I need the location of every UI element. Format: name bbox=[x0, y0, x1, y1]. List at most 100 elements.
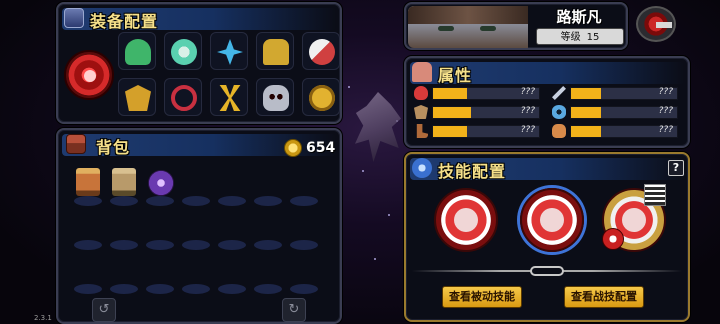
attr-row-attack: ??? bbox=[552, 86, 682, 101]
bag-slot[interactable] bbox=[182, 240, 210, 250]
divider-knot bbox=[530, 266, 564, 276]
attr-row-hp: ??? bbox=[414, 86, 544, 101]
bag-slot[interactable] bbox=[110, 240, 138, 250]
attr-fill bbox=[433, 126, 467, 137]
lightning-orb-icon bbox=[412, 158, 432, 178]
bag-slot[interactable] bbox=[146, 240, 174, 250]
golden-wings-boots-icon bbox=[219, 85, 241, 111]
backpack-title: 背包 bbox=[96, 138, 131, 157]
character-level: 等级 15 bbox=[536, 28, 624, 45]
bag-slot[interactable] bbox=[254, 240, 282, 250]
view-passive-skills-button[interactable]: 查看被动技能 bbox=[442, 286, 522, 308]
equip-slot-7[interactable] bbox=[164, 78, 202, 116]
character-panel: 路斯凡 等级 15 bbox=[404, 2, 628, 50]
gold-coin-icon bbox=[284, 139, 302, 157]
character-portrait bbox=[408, 6, 528, 48]
attr-value: ??? bbox=[658, 125, 673, 135]
attr-row-strength: ??? bbox=[552, 124, 682, 139]
attributes-title: 属性 bbox=[438, 66, 473, 85]
attr-bar: ??? bbox=[570, 87, 678, 100]
bag-slot[interactable] bbox=[146, 284, 174, 294]
golden-cross-shield-icon bbox=[309, 85, 335, 111]
boot-icon bbox=[416, 124, 428, 138]
heart-icon bbox=[414, 86, 428, 100]
exit-button[interactable] bbox=[636, 6, 676, 42]
crystal-orb-icon bbox=[309, 39, 335, 65]
portrait-hair bbox=[408, 6, 528, 24]
bag-slot[interactable] bbox=[218, 196, 246, 206]
help-button[interactable]: ? bbox=[668, 160, 684, 176]
bag-slot[interactable] bbox=[290, 284, 318, 294]
bag-slot[interactable] bbox=[218, 240, 246, 250]
equip-slot-10[interactable] bbox=[302, 78, 340, 116]
bag-slot[interactable] bbox=[110, 196, 138, 206]
background-star bbox=[388, 214, 390, 216]
equip-slot-8[interactable] bbox=[210, 78, 248, 116]
palm-skill-icon bbox=[622, 208, 646, 232]
bag-slot[interactable] bbox=[146, 196, 174, 206]
gold-amount: 654 bbox=[306, 140, 336, 156]
passive-skill-slot[interactable] bbox=[434, 188, 498, 252]
main-weapon-slot[interactable] bbox=[64, 50, 114, 100]
attr-bar: ??? bbox=[570, 106, 678, 119]
equip-slot-3[interactable] bbox=[210, 32, 248, 70]
skull-mask-icon bbox=[263, 85, 289, 111]
attr-row-speed: ??? bbox=[414, 124, 544, 139]
bag-slot[interactable] bbox=[110, 284, 138, 294]
equipment-panel: 装备配置 bbox=[56, 2, 342, 124]
attr-bar: ??? bbox=[432, 106, 540, 119]
background-star bbox=[374, 258, 376, 260]
bag-slot[interactable] bbox=[254, 284, 282, 294]
equip-slot-1[interactable] bbox=[118, 32, 156, 70]
attr-row-accuracy: ??? bbox=[552, 105, 682, 120]
attr-value: ??? bbox=[520, 125, 535, 135]
attr-bar: ??? bbox=[570, 125, 678, 138]
bag-slot[interactable] bbox=[182, 284, 210, 294]
attr-value: ??? bbox=[658, 106, 673, 116]
green-mushroom-helmet-icon bbox=[125, 39, 151, 65]
bag-slot[interactable] bbox=[290, 196, 318, 206]
equip-slot-2[interactable] bbox=[164, 32, 202, 70]
page-prev-button[interactable]: ↺ bbox=[92, 298, 116, 322]
bag-slot[interactable] bbox=[182, 196, 210, 206]
equip-slot-5[interactable] bbox=[302, 32, 340, 70]
equip-slot-9[interactable] bbox=[256, 78, 294, 116]
clockwork-amulet-icon bbox=[171, 39, 197, 65]
equip-slot-6[interactable] bbox=[118, 78, 156, 116]
weapon-core-icon bbox=[84, 70, 96, 82]
exit-arrow-icon bbox=[656, 22, 672, 28]
attr-fill bbox=[433, 107, 472, 118]
level-value: 15 bbox=[586, 32, 600, 43]
eye-icon bbox=[552, 105, 566, 119]
bag-slot[interactable] bbox=[74, 240, 102, 250]
equip-slot-4[interactable] bbox=[256, 32, 294, 70]
level-label: 等级 bbox=[560, 32, 581, 43]
body-icon bbox=[412, 62, 432, 82]
running-strike-skill-icon bbox=[540, 208, 564, 232]
bag-slot[interactable] bbox=[290, 240, 318, 250]
attr-fill bbox=[433, 88, 467, 99]
chest-icon bbox=[66, 134, 86, 154]
purple-rune-orb-icon[interactable] bbox=[148, 170, 174, 196]
bag-slot[interactable] bbox=[74, 284, 102, 294]
bag-slot[interactable] bbox=[74, 196, 102, 206]
attributes-panel: 属性 ??? ??? ??? ??? ??? ??? bbox=[404, 56, 690, 148]
red-potion-jar-icon[interactable] bbox=[76, 168, 100, 196]
bone-totem-jar-icon[interactable] bbox=[112, 168, 136, 196]
fist-icon bbox=[552, 124, 566, 138]
page-next-button[interactable]: ↻ bbox=[282, 298, 306, 322]
red-ring-icon bbox=[171, 85, 197, 111]
background-star bbox=[348, 86, 350, 88]
attr-value: ??? bbox=[658, 87, 673, 97]
portrait-eye-left bbox=[438, 26, 454, 31]
wing-claw-skill-icon bbox=[454, 208, 478, 232]
bag-slot[interactable] bbox=[254, 196, 282, 206]
character-name: 路斯凡 bbox=[556, 8, 602, 26]
backpack-panel: 背包 654 ↺ ↻ bbox=[56, 128, 342, 324]
shield-icon bbox=[414, 105, 428, 119]
active-skill-slot[interactable] bbox=[520, 188, 584, 252]
bag-slot[interactable] bbox=[218, 284, 246, 294]
view-battle-skills-button[interactable]: 查看战技配置 bbox=[564, 286, 644, 308]
skills-title: 技能配置 bbox=[438, 162, 507, 181]
attr-value: ??? bbox=[520, 106, 535, 116]
